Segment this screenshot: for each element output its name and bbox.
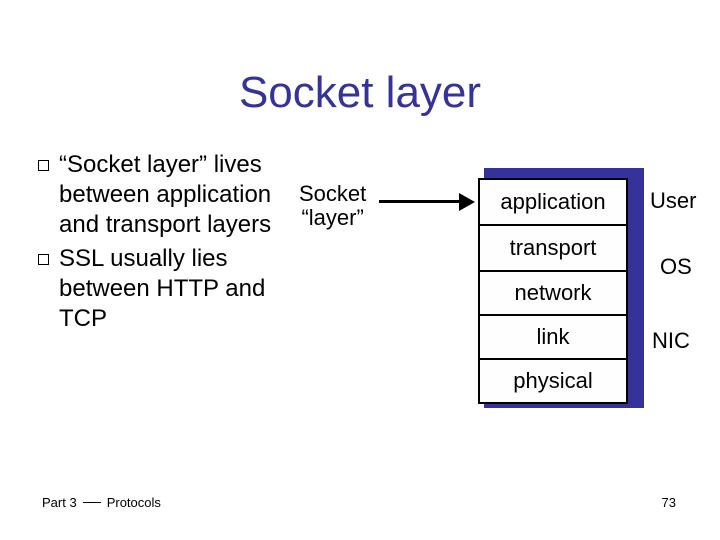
bullet-list: “Socket layer” lives between application…: [38, 150, 293, 338]
socket-layer-label: Socket “layer”: [299, 182, 366, 230]
bullet-icon: [38, 254, 49, 265]
emdash-icon: [83, 502, 101, 503]
layer-transport: transport: [480, 226, 626, 272]
network-stack: application transport network link physi…: [478, 178, 628, 404]
layer-link: link: [480, 316, 626, 360]
page-number: 73: [662, 495, 676, 510]
footer-part: Part 3: [42, 495, 77, 510]
arrow-icon: [379, 198, 475, 206]
layer-application: application: [480, 180, 626, 226]
bullet-text: “Socket layer” lives between application…: [59, 150, 293, 240]
side-label-user: User: [650, 188, 696, 214]
socket-layer-label-line2: “layer”: [299, 206, 366, 230]
bullet-item: “Socket layer” lives between application…: [38, 150, 293, 240]
bullet-item: SSL usually lies between HTTP and TCP: [38, 244, 293, 334]
footer-section: Protocols: [107, 495, 161, 510]
side-label-os: OS: [660, 254, 692, 280]
layer-physical: physical: [480, 360, 626, 404]
bullet-text: SSL usually lies between HTTP and TCP: [59, 244, 293, 334]
footer-left: Part 3 Protocols: [42, 495, 161, 510]
bullet-icon: [38, 160, 49, 171]
slide-title: Socket layer: [0, 68, 720, 118]
layer-network: network: [480, 272, 626, 316]
socket-layer-label-line1: Socket: [299, 182, 366, 206]
side-label-nic: NIC: [652, 328, 690, 354]
